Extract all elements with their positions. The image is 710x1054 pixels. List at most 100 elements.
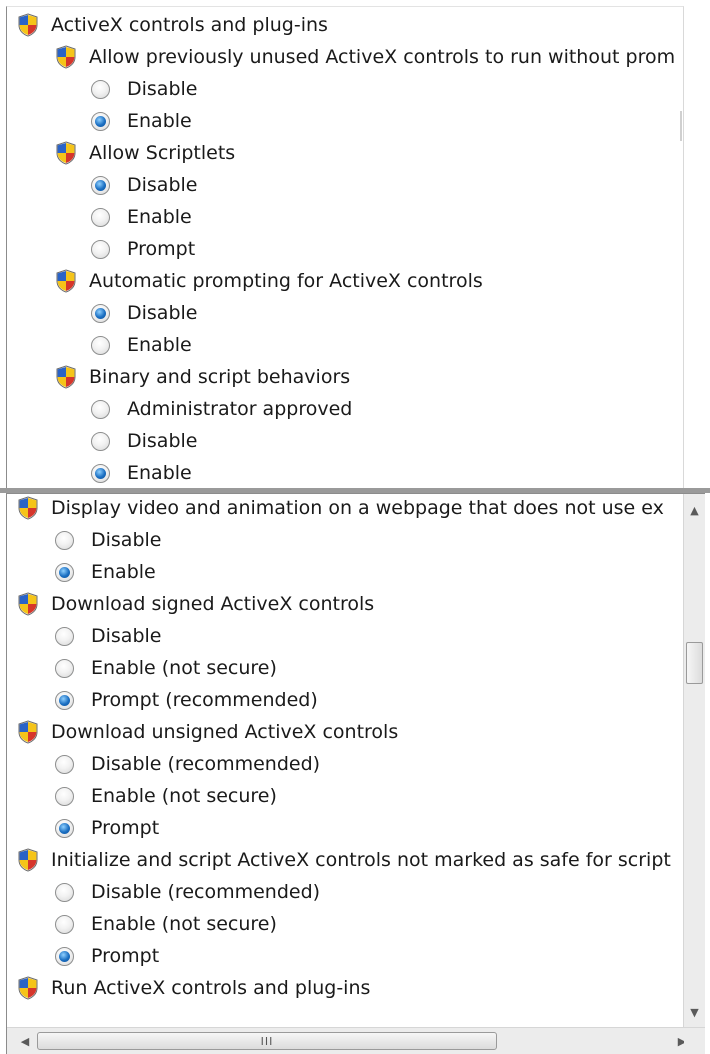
setting-category: Allow previously unused ActiveX controls… <box>55 41 675 73</box>
option-label: Enable (not secure) <box>91 785 277 807</box>
option-label: Enable (not secure) <box>91 913 277 935</box>
setting-option-radio[interactable]: Enable <box>55 556 156 588</box>
setting-category: Binary and script behaviors <box>55 361 350 393</box>
setting-option-radio[interactable]: Disable (recommended) <box>55 876 320 908</box>
setting-option-radio[interactable]: Enable <box>91 201 192 233</box>
option-label: Disable <box>127 78 198 100</box>
radio-button[interactable] <box>55 914 74 934</box>
settings-list-bottom: Display video and animation on a webpage… <box>7 494 683 1028</box>
radio-button[interactable] <box>55 754 74 774</box>
security-shield-icon <box>17 848 39 872</box>
option-label: Enable <box>91 561 156 583</box>
option-label: Prompt (recommended) <box>91 689 318 711</box>
scroll-down-arrow-icon[interactable]: ▼ <box>684 1002 705 1022</box>
option-label: Disable <box>91 625 162 647</box>
option-label: Enable <box>127 334 192 356</box>
category-label: ActiveX controls and plug-ins <box>51 14 328 36</box>
category-label: Automatic prompting for ActiveX controls <box>89 270 483 292</box>
scrollbar-corner <box>684 1028 705 1054</box>
setting-option-radio[interactable]: Administrator approved <box>91 393 352 425</box>
option-label: Enable (not secure) <box>91 657 277 679</box>
category-label: Run ActiveX controls and plug-ins <box>51 977 371 999</box>
setting-option-radio[interactable]: Disable <box>91 425 197 457</box>
setting-option-radio[interactable]: Disable <box>55 524 161 556</box>
setting-option-radio[interactable]: Disable <box>55 620 161 652</box>
setting-option-radio[interactable]: Enable <box>91 457 192 489</box>
option-label: Disable <box>91 529 162 551</box>
setting-option-radio[interactable]: Disable <box>91 297 197 329</box>
radio-button[interactable] <box>55 882 74 902</box>
setting-option-radio[interactable]: Enable (not secure) <box>55 652 277 684</box>
radio-button-checked[interactable] <box>91 111 110 131</box>
radio-button[interactable] <box>91 239 110 259</box>
option-label: Disable (recommended) <box>91 753 321 775</box>
setting-option-radio[interactable]: Prompt (recommended) <box>55 684 318 716</box>
radio-button-checked[interactable] <box>55 946 74 966</box>
setting-option-radio[interactable]: Prompt <box>55 940 159 972</box>
setting-category: Download unsigned ActiveX controls <box>17 716 398 748</box>
settings-list-top: ActiveX controls and plug-ins Allow previ… <box>7 7 683 489</box>
setting-option-radio[interactable]: Disable <box>91 73 197 105</box>
radio-button[interactable] <box>91 207 110 227</box>
setting-option-radio[interactable]: Enable <box>91 329 192 361</box>
setting-option-radio[interactable]: Enable <box>91 105 192 137</box>
category-label: Download unsigned ActiveX controls <box>51 721 399 743</box>
scroll-left-arrow-icon[interactable]: ◀ <box>15 1028 35 1054</box>
security-shield-icon <box>17 976 39 1000</box>
option-label: Disable <box>127 174 198 196</box>
setting-category: Download signed ActiveX controls <box>17 588 374 620</box>
settings-tree-top: ActiveX controls and plug-ins Allow previ… <box>6 6 684 489</box>
radio-button-checked[interactable] <box>55 818 74 838</box>
radio-button[interactable] <box>55 658 74 678</box>
setting-option-radio[interactable]: Prompt <box>55 812 159 844</box>
radio-button-checked[interactable] <box>55 562 74 582</box>
setting-option-radio[interactable]: Prompt <box>91 233 195 265</box>
radio-button[interactable] <box>55 786 74 806</box>
option-label: Prompt <box>127 238 196 260</box>
category-label: Initialize and script ActiveX controls n… <box>51 849 671 871</box>
option-label: Enable <box>127 110 192 132</box>
radio-button[interactable] <box>55 530 74 550</box>
radio-button[interactable] <box>91 79 110 99</box>
category-label: Download signed ActiveX controls <box>51 593 375 615</box>
horizontal-scroll-thumb[interactable]: III <box>37 1032 497 1050</box>
option-label: Disable <box>127 302 198 324</box>
radio-button-checked[interactable] <box>91 463 110 483</box>
option-label: Disable <box>127 430 198 452</box>
option-label: Prompt <box>91 945 160 967</box>
security-shield-icon <box>17 13 39 37</box>
option-label: Enable <box>127 462 192 484</box>
setting-category: Automatic prompting for ActiveX controls <box>55 265 483 297</box>
security-shield-icon <box>55 269 77 293</box>
security-shield-icon <box>17 720 39 744</box>
category-label: Allow Scriptlets <box>89 142 236 164</box>
security-shield-icon <box>17 496 39 520</box>
vertical-scrollbar[interactable]: ▲ ▼ <box>683 494 705 1028</box>
radio-button[interactable] <box>91 335 110 355</box>
radio-button[interactable] <box>91 399 110 419</box>
radio-button[interactable] <box>91 431 110 451</box>
security-shield-icon <box>55 45 77 69</box>
horizontal-scrollbar[interactable]: ◀ III ▶ <box>7 1027 705 1054</box>
option-label: Enable <box>127 206 192 228</box>
setting-category: Display video and animation on a webpage… <box>17 494 664 524</box>
radio-button-checked[interactable] <box>55 690 74 710</box>
setting-option-radio[interactable]: Disable <box>91 169 197 201</box>
scroll-grip: III <box>260 1034 274 1048</box>
option-label: Disable (recommended) <box>91 881 321 903</box>
radio-button[interactable] <box>55 626 74 646</box>
security-shield-icon <box>55 365 77 389</box>
security-shield-icon <box>55 141 77 165</box>
vertical-scroll-thumb[interactable] <box>686 642 703 684</box>
option-label: Administrator approved <box>127 398 353 420</box>
scroll-up-arrow-icon[interactable]: ▲ <box>684 500 705 520</box>
category-label: Display video and animation on a webpage… <box>51 497 664 519</box>
setting-category: ActiveX controls and plug-ins <box>17 9 328 41</box>
radio-button-checked[interactable] <box>91 175 110 195</box>
setting-option-radio[interactable]: Disable (recommended) <box>55 748 320 780</box>
setting-option-radio[interactable]: Enable (not secure) <box>55 908 277 940</box>
option-label: Prompt <box>91 817 160 839</box>
scrollbar-edge <box>680 111 682 141</box>
radio-button-checked[interactable] <box>91 303 110 323</box>
setting-option-radio[interactable]: Enable (not secure) <box>55 780 277 812</box>
